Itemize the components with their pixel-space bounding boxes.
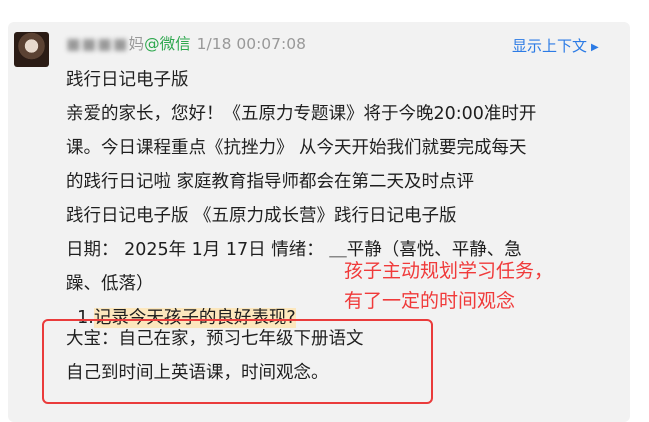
chevron-right-icon: ▶ [591, 42, 599, 53]
message-header: ■■■■妈@微信 1/18 00:07:08 [66, 33, 306, 55]
message-line: 课。今日课程重点《抗挫力》 从今天开始我们就要完成每天 [66, 138, 527, 158]
message-line: 践行日记电子版 《五原力成长营》践行日记电子版 [66, 206, 457, 226]
message-line: 践行日记电子版 [66, 70, 189, 90]
answer-body: 大宝：自己在家，预习七年级下册语文 自己到时间上英语课，时间观念。 [66, 322, 364, 390]
message-line: 的践行日记啦 家庭教育指导师都会在第二天及时点评 [66, 172, 475, 192]
show-context-label: 显示上下文 [512, 37, 588, 55]
show-context-link[interactable]: 显示上下文 ▶ [512, 35, 599, 56]
message-source: @微信 [144, 35, 191, 53]
annotation-note: 孩子主动规划学习任务， 有了一定的时间观念 [344, 256, 553, 316]
annotation-line: 孩子主动规划学习任务， [344, 260, 554, 282]
answer-line: 大宝：自己在家，预习七年级下册语文 [66, 329, 364, 349]
answer-line: 自己到时间上英语课，时间观念。 [66, 363, 329, 383]
sender-name-redacted: ■■■■ [66, 35, 129, 53]
sender-name-suffix: 妈 [128, 35, 145, 53]
message-line: 亲爱的家长，您好！《五原力专题课》将于今晚20:00准时开 [66, 104, 537, 124]
annotation-line: 有了一定的时间观念 [344, 290, 516, 312]
message-timestamp: 1/18 00:07:08 [196, 35, 306, 53]
sender-avatar[interactable] [14, 32, 49, 67]
